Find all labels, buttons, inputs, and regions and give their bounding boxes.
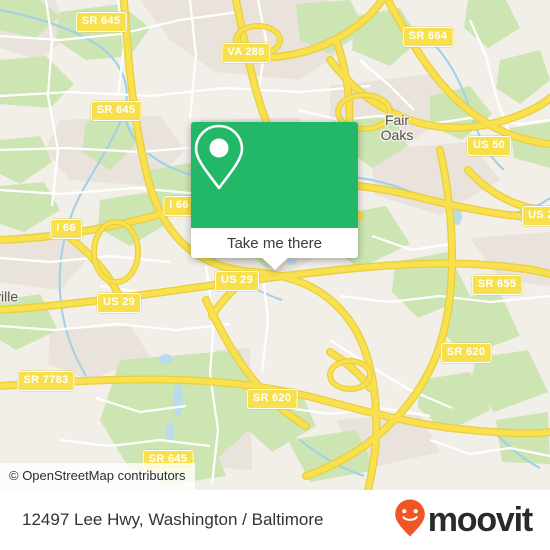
road-shield: US 2 — [522, 206, 550, 226]
location-popup-card[interactable]: Take me there — [191, 122, 358, 270]
take-me-there-button[interactable]: Take me there — [227, 235, 322, 252]
moovit-wordmark: moovit — [427, 501, 533, 539]
footer-bar: 12497 Lee Hwy, Washington / Baltimore mo… — [0, 490, 550, 550]
road-shield: US 50 — [466, 136, 512, 156]
road-shield: US 29 — [96, 293, 142, 313]
road-shield: US 29 — [214, 271, 260, 291]
map-attribution[interactable]: © OpenStreetMap contributors — [0, 463, 195, 490]
moovit-pin-smiley-icon — [394, 498, 426, 543]
road-shield: SR 620 — [246, 389, 298, 409]
road-shield: SR 645 — [75, 12, 127, 32]
moovit-logo[interactable]: moovit — [394, 498, 533, 543]
place-label-clipped: ville — [0, 288, 19, 305]
road-shield: I 66 — [50, 219, 82, 239]
road-shield: SR 664 — [402, 27, 454, 47]
road-shield: SR 645 — [90, 101, 142, 121]
map-canvas[interactable]: SR 645 VA 286 SR 664 SR 645 US 50 I 66 I… — [0, 0, 550, 490]
map-screenshot: SR 645 VA 286 SR 664 SR 645 US 50 I 66 I… — [0, 0, 550, 550]
road-shield: SR 7783 — [17, 371, 75, 391]
popup-header — [191, 122, 358, 228]
address-label: 12497 Lee Hwy, Washington / Baltimore — [22, 510, 324, 529]
popup-pointer-tip — [260, 257, 289, 270]
popup-footer[interactable]: Take me there — [191, 228, 358, 270]
road-shield: VA 286 — [221, 43, 271, 63]
road-shield: SR 620 — [440, 343, 492, 363]
place-label-fair-oaks: Fair Oaks — [380, 112, 414, 143]
road-shield: SR 655 — [471, 275, 523, 295]
